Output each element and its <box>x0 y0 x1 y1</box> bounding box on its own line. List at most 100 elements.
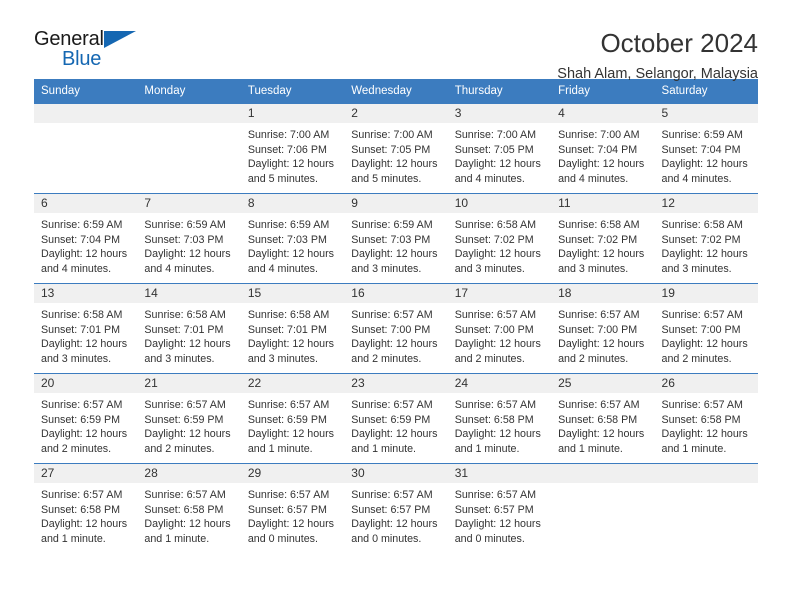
daylight-text-line1: Daylight: 12 hours <box>661 158 748 171</box>
day-cell-11[interactable]: 11 Sunrise: 6:58 AM Sunset: 7:02 PM Dayligh… <box>551 193 655 284</box>
day-cell-27[interactable]: 27 Sunrise: 6:57 AM Sunset: 6:58 PM Dayligh… <box>34 463 138 554</box>
sunrise-text: Sunrise: 6:58 AM <box>247 309 330 321</box>
day-details: Sunrise: 6:57 AM Sunset: 6:57 PM Daylight:… <box>241 483 344 546</box>
day-number: 8 <box>240 194 345 213</box>
day-number: 18 <box>551 284 655 303</box>
logo-text-blue: Blue <box>62 48 102 70</box>
day-details: Sunrise: 6:57 AM Sunset: 6:58 PM Daylight:… <box>551 393 654 456</box>
day-cell-17[interactable]: 17 Sunrise: 6:57 AM Sunset: 7:00 PM Dayligh… <box>447 283 552 374</box>
daylight-text-line2: and 1 minute. <box>558 442 623 455</box>
day-cell-empty <box>34 103 138 194</box>
day-details: Sunrise: 6:57 AM Sunset: 6:59 PM Daylight:… <box>241 393 344 456</box>
day-cell-1[interactable]: 1 Sunrise: 7:00 AM Sunset: 7:06 PM Daylight… <box>240 103 345 194</box>
day-cell-30[interactable]: 30 Sunrise: 6:57 AM Sunset: 6:57 PM Dayligh… <box>344 463 448 554</box>
day-cell-29[interactable]: 29 Sunrise: 6:57 AM Sunset: 6:57 PM Dayligh… <box>240 463 345 554</box>
daylight-text-line1: Daylight: 12 hours <box>558 248 645 261</box>
sunset-text: Sunset: 6:58 PM <box>558 413 638 426</box>
day-details: Sunrise: 6:59 AM Sunset: 7:04 PM Daylight:… <box>34 213 137 276</box>
day-number <box>34 104 138 123</box>
sunrise-text: Sunrise: 6:58 AM <box>558 219 640 231</box>
day-cell-22[interactable]: 22 Sunrise: 6:57 AM Sunset: 6:59 PM Dayligh… <box>240 373 345 464</box>
sunrise-text: Sunrise: 6:57 AM <box>661 399 743 411</box>
sunset-text: Sunset: 6:59 PM <box>351 413 431 426</box>
daylight-text-line2: and 3 minutes. <box>558 262 629 275</box>
day-cell-14[interactable]: 14 Sunrise: 6:58 AM Sunset: 7:01 PM Dayligh… <box>137 283 241 374</box>
day-cell-18[interactable]: 18 Sunrise: 6:57 AM Sunset: 7:00 PM Dayligh… <box>551 283 655 374</box>
daylight-text-line1: Daylight: 12 hours <box>144 518 231 531</box>
day-number: 23 <box>344 374 448 393</box>
day-cell-4[interactable]: 4 Sunrise: 7:00 AM Sunset: 7:04 PM Daylight… <box>551 103 655 194</box>
day-cell-23[interactable]: 23 Sunrise: 6:57 AM Sunset: 6:59 PM Dayligh… <box>344 373 448 464</box>
daylight-text-line1: Daylight: 12 hours <box>41 338 128 351</box>
calendar-grid: Sunday Monday Tuesday Wednesday Thursday Frid… <box>34 79 758 554</box>
day-details: Sunrise: 6:57 AM Sunset: 6:57 PM Daylight:… <box>448 483 551 546</box>
day-cell-2[interactable]: 2 Sunrise: 7:00 AM Sunset: 7:05 PM Daylight… <box>344 103 448 194</box>
day-cell-31[interactable]: 31 Sunrise: 6:57 AM Sunset: 6:57 PM Dayligh… <box>447 463 552 554</box>
sunset-text: Sunset: 7:00 PM <box>351 323 431 336</box>
sunrise-text: Sunrise: 6:58 AM <box>454 219 537 231</box>
daylight-text-line2: and 4 minutes. <box>144 262 215 275</box>
day-details: Sunrise: 6:58 AM Sunset: 7:02 PM Daylight:… <box>551 213 654 276</box>
day-cell-9[interactable]: 9 Sunrise: 6:59 AM Sunset: 7:03 PM Daylight… <box>344 193 448 284</box>
daylight-text-line1: Daylight: 12 hours <box>247 248 334 261</box>
sunset-text: Sunset: 7:05 PM <box>454 143 534 156</box>
day-cell-empty <box>654 463 758 554</box>
day-details: Sunrise: 6:57 AM Sunset: 6:58 PM Daylight:… <box>448 393 551 456</box>
daylight-text-line2: and 4 minutes. <box>41 262 112 275</box>
daylight-text-line2: and 4 minutes. <box>454 172 525 185</box>
day-cell-24[interactable]: 24 Sunrise: 6:57 AM Sunset: 6:58 PM Dayligh… <box>447 373 552 464</box>
day-number: 31 <box>447 464 552 483</box>
sunset-text: Sunset: 6:57 PM <box>247 503 327 516</box>
day-details: Sunrise: 6:57 AM Sunset: 6:59 PM Daylight:… <box>344 393 447 456</box>
day-cell-25[interactable]: 25 Sunrise: 6:57 AM Sunset: 6:58 PM Dayligh… <box>551 373 655 464</box>
day-cell-10[interactable]: 10 Sunrise: 6:58 AM Sunset: 7:02 PM Dayligh… <box>447 193 552 284</box>
day-number <box>137 104 241 123</box>
daylight-text-line1: Daylight: 12 hours <box>351 158 438 171</box>
day-cell-6[interactable]: 6 Sunrise: 6:59 AM Sunset: 7:04 PM Daylight… <box>34 193 138 284</box>
day-cell-3[interactable]: 3 Sunrise: 7:00 AM Sunset: 7:05 PM Daylight… <box>447 103 552 194</box>
sunset-text: Sunset: 6:57 PM <box>454 503 534 516</box>
day-details: Sunrise: 6:57 AM Sunset: 6:58 PM Daylight:… <box>137 483 240 546</box>
day-cell-28[interactable]: 28 Sunrise: 6:57 AM Sunset: 6:58 PM Dayligh… <box>137 463 241 554</box>
daylight-text-line2: and 4 minutes. <box>558 172 629 185</box>
daylight-text-line2: and 1 minute. <box>454 442 520 455</box>
day-cell-5[interactable]: 5 Sunrise: 6:59 AM Sunset: 7:04 PM Daylight… <box>654 103 758 194</box>
daylight-text-line2: and 1 minute. <box>351 442 417 455</box>
day-cell-13[interactable]: 13 Sunrise: 6:58 AM Sunset: 7:01 PM Dayligh… <box>34 283 138 374</box>
day-number: 5 <box>654 104 758 123</box>
day-number: 1 <box>240 104 345 123</box>
day-cell-20[interactable]: 20 Sunrise: 6:57 AM Sunset: 6:59 PM Dayligh… <box>34 373 138 464</box>
daylight-text-line2: and 2 minutes. <box>558 352 629 365</box>
day-cell-19[interactable]: 19 Sunrise: 6:57 AM Sunset: 7:00 PM Dayligh… <box>654 283 758 374</box>
daylight-text-line1: Daylight: 12 hours <box>351 338 438 351</box>
day-details: Sunrise: 6:58 AM Sunset: 7:02 PM Daylight:… <box>655 213 758 276</box>
sunrise-text: Sunrise: 6:59 AM <box>144 219 226 231</box>
day-details: Sunrise: 7:00 AM Sunset: 7:05 PM Daylight:… <box>448 123 551 186</box>
daylight-text-line2: and 3 minutes. <box>661 262 732 275</box>
day-cell-15[interactable]: 15 Sunrise: 6:58 AM Sunset: 7:01 PM Dayligh… <box>240 283 345 374</box>
day-cell-8[interactable]: 8 Sunrise: 6:59 AM Sunset: 7:03 PM Daylight… <box>240 193 345 284</box>
day-cell-12[interactable]: 12 Sunrise: 6:58 AM Sunset: 7:02 PM Dayligh… <box>654 193 758 284</box>
day-cell-16[interactable]: 16 Sunrise: 6:57 AM Sunset: 7:00 PM Dayligh… <box>344 283 448 374</box>
sunset-text: Sunset: 6:59 PM <box>41 413 121 426</box>
daylight-text-line2: and 3 minutes. <box>41 352 112 365</box>
day-cell-21[interactable]: 21 Sunrise: 6:57 AM Sunset: 6:59 PM Dayligh… <box>137 373 241 464</box>
general-blue-logo[interactable]: General Blue <box>34 28 154 74</box>
sunset-text: Sunset: 6:59 PM <box>247 413 327 426</box>
page-title: October 2024 <box>600 28 758 58</box>
day-number: 10 <box>447 194 552 213</box>
daylight-text-line2: and 0 minutes. <box>247 532 318 545</box>
day-details: Sunrise: 6:57 AM Sunset: 7:00 PM Daylight:… <box>655 303 758 366</box>
day-number: 25 <box>551 374 655 393</box>
sunset-text: Sunset: 6:57 PM <box>351 503 431 516</box>
day-number: 13 <box>34 284 138 303</box>
day-cell-7[interactable]: 7 Sunrise: 6:59 AM Sunset: 7:03 PM Daylight… <box>137 193 241 284</box>
calendar-page: General Blue October 2024 Shah Alam, Sel… <box>0 0 792 612</box>
daylight-text-line1: Daylight: 12 hours <box>41 248 128 261</box>
sunrise-text: Sunrise: 6:57 AM <box>41 489 123 501</box>
day-cell-26[interactable]: 26 Sunrise: 6:57 AM Sunset: 6:58 PM Dayligh… <box>654 373 758 464</box>
daylight-text-line1: Daylight: 12 hours <box>454 518 541 531</box>
day-details: Sunrise: 6:57 AM Sunset: 7:00 PM Daylight:… <box>344 303 447 366</box>
sunrise-text: Sunrise: 6:59 AM <box>351 219 433 231</box>
daylight-text-line1: Daylight: 12 hours <box>454 428 541 441</box>
